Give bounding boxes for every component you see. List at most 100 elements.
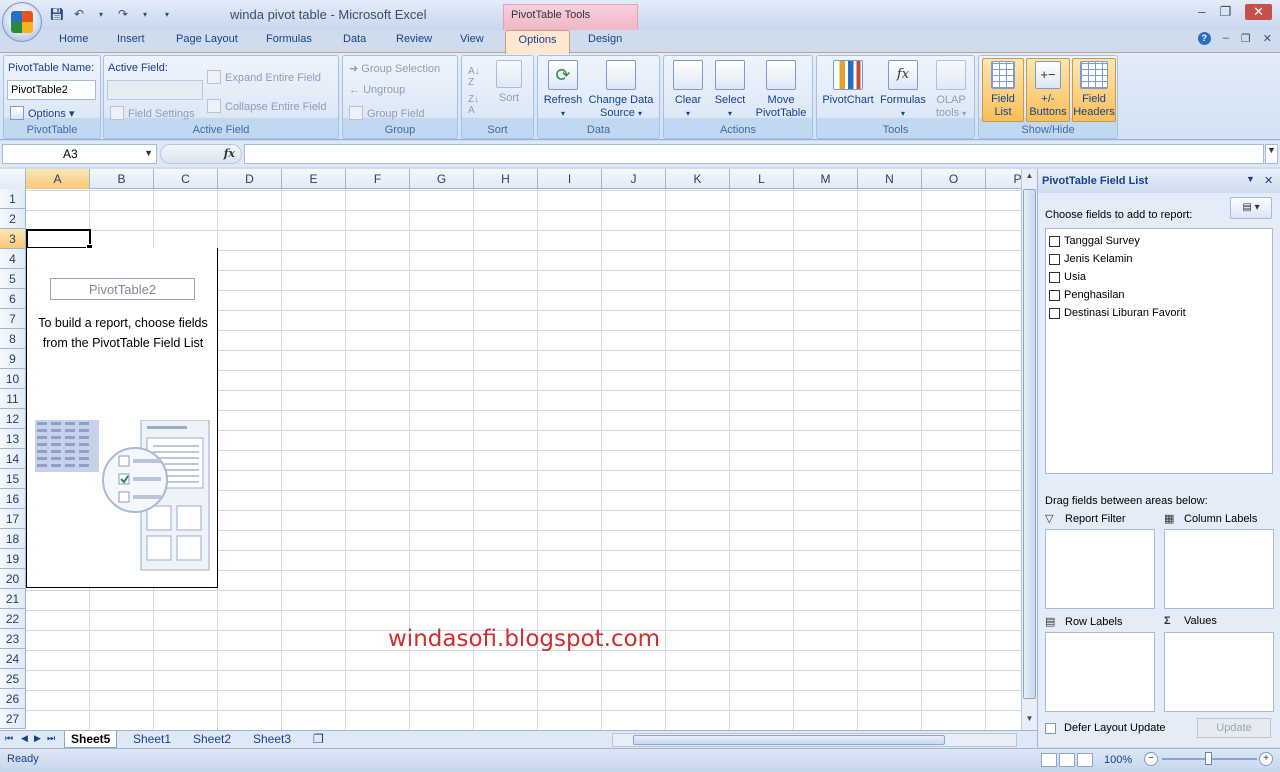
column-header[interactable]: G — [410, 169, 474, 189]
refresh-button[interactable]: ⟳ Refresh ▾ — [540, 60, 586, 120]
row-header[interactable]: 20 — [0, 569, 26, 589]
sheet-tab-sheet5[interactable]: Sheet5 — [64, 731, 118, 748]
formulas-button[interactable]: fx Formulas ▾ — [877, 60, 929, 120]
tab-formulas[interactable]: Formulas — [266, 33, 312, 45]
name-box-dropdown-icon[interactable]: ▼ — [144, 148, 153, 158]
row-header[interactable]: 14 — [0, 449, 26, 469]
tab-page-layout[interactable]: Page Layout — [176, 33, 238, 45]
ungroup-button[interactable]: ← Ungroup — [349, 84, 405, 96]
minimize-icon[interactable]: – — [1198, 4, 1205, 20]
row-header[interactable]: 21 — [0, 589, 26, 609]
clear-button[interactable]: Clear ▾ — [668, 60, 708, 120]
row-header[interactable]: 17 — [0, 509, 26, 529]
tab-view[interactable]: View — [460, 33, 484, 45]
name-box[interactable]: A3 ▼ — [2, 144, 157, 164]
redo-icon[interactable]: ↷ — [114, 5, 132, 23]
sort-az-icon[interactable]: A↓ Z — [468, 66, 480, 88]
undo-icon[interactable]: ↶ — [70, 5, 88, 23]
active-cell[interactable] — [26, 229, 93, 251]
row-header[interactable]: 16 — [0, 489, 26, 509]
horizontal-scroll-thumb[interactable] — [633, 735, 945, 745]
pivotchart-button[interactable]: PivotChart — [820, 60, 876, 107]
horizontal-scrollbar[interactable] — [612, 733, 1017, 747]
last-sheet-icon[interactable]: ⏭ — [47, 733, 55, 744]
column-header[interactable]: D — [218, 169, 282, 189]
row-header[interactable]: 4 — [0, 249, 26, 269]
row-header[interactable]: 23 — [0, 629, 26, 649]
sort-button[interactable]: Sort — [492, 60, 526, 105]
update-button[interactable]: Update — [1197, 718, 1271, 738]
field-checkbox[interactable] — [1049, 235, 1060, 247]
defer-checkbox[interactable] — [1045, 722, 1056, 734]
workbook-minimize-icon[interactable]: – — [1223, 32, 1229, 45]
row-header[interactable]: 1 — [0, 189, 26, 209]
row-header[interactable]: 7 — [0, 309, 26, 329]
select-button[interactable]: Select ▾ — [710, 60, 750, 120]
row-header[interactable]: 3 — [0, 229, 26, 249]
move-pivottable-button[interactable]: Move PivotTable — [752, 60, 810, 120]
office-button[interactable] — [2, 2, 42, 42]
close-icon[interactable]: ✕ — [1245, 4, 1272, 20]
workbook-close-icon[interactable]: ✕ — [1263, 32, 1272, 45]
expand-field-button[interactable]: Expand Entire Field — [207, 70, 321, 84]
vertical-scroll-thumb[interactable] — [1023, 189, 1036, 699]
field-item[interactable]: Destinasi Liburan Favorit — [1046, 304, 1272, 322]
restore-icon[interactable]: ❐ — [1219, 4, 1231, 20]
buttons-toggle[interactable]: +− +/- Buttons — [1026, 58, 1070, 122]
field-item[interactable]: Jenis Kelamin — [1046, 250, 1272, 268]
vertical-scrollbar[interactable]: ▲ ▼ — [1021, 169, 1037, 730]
olap-tools-button[interactable]: OLAP tools ▾ — [931, 60, 971, 120]
column-header[interactable]: H — [474, 169, 538, 189]
scroll-down-icon[interactable]: ▼ — [1022, 714, 1037, 728]
formula-input[interactable] — [244, 144, 1264, 164]
row-labels-drop-area[interactable] — [1045, 632, 1155, 712]
first-sheet-icon[interactable]: ⏮ — [5, 733, 13, 744]
column-header[interactable]: J — [602, 169, 666, 189]
column-header[interactable]: I — [538, 169, 602, 189]
row-header[interactable]: 12 — [0, 409, 26, 429]
tab-design[interactable]: Design — [588, 33, 622, 45]
workbook-restore-icon[interactable]: ❐ — [1241, 32, 1251, 45]
column-header[interactable]: B — [90, 169, 154, 189]
field-list-layout-button[interactable]: ▤ ▾ — [1230, 197, 1272, 219]
tab-options[interactable]: Options — [505, 30, 570, 54]
select-all-corner[interactable] — [0, 169, 26, 189]
sort-za-icon[interactable]: Z↓ A — [468, 94, 479, 116]
insert-sheet-icon[interactable]: ❐ — [307, 731, 330, 748]
zoom-out-icon[interactable]: − — [1144, 752, 1158, 766]
column-header[interactable]: L — [730, 169, 794, 189]
row-header[interactable]: 5 — [0, 269, 26, 289]
row-header[interactable]: 8 — [0, 329, 26, 349]
row-header[interactable]: 9 — [0, 349, 26, 369]
pane-options-dropdown-icon[interactable]: ▼ — [1246, 174, 1255, 184]
row-header[interactable]: 13 — [0, 429, 26, 449]
customize-qat-icon[interactable]: ▾ — [158, 5, 176, 23]
tab-home[interactable]: Home — [59, 33, 88, 45]
row-header[interactable]: 22 — [0, 609, 26, 629]
column-labels-drop-area[interactable] — [1164, 529, 1274, 609]
row-header[interactable]: 6 — [0, 289, 26, 309]
active-field-input[interactable] — [107, 80, 203, 100]
normal-view-icon[interactable] — [1041, 753, 1057, 767]
field-list-toggle[interactable]: Field List — [982, 58, 1024, 122]
zoom-slider-thumb[interactable] — [1205, 752, 1212, 765]
next-sheet-icon[interactable]: ▶ — [34, 733, 41, 744]
options-button[interactable]: Options ▾ — [10, 106, 75, 120]
field-item[interactable]: Usia — [1046, 268, 1272, 286]
field-settings-button[interactable]: Field Settings — [110, 106, 195, 120]
sheet-tab-sheet1[interactable]: Sheet1 — [127, 731, 177, 748]
row-header[interactable]: 15 — [0, 469, 26, 489]
sheet-tab-sheet2[interactable]: Sheet2 — [187, 731, 237, 748]
row-header[interactable]: 2 — [0, 209, 26, 229]
report-filter-drop-area[interactable] — [1045, 529, 1155, 609]
row-header[interactable]: 18 — [0, 529, 26, 549]
column-header[interactable]: K — [666, 169, 730, 189]
save-icon[interactable]: 💾︎ — [48, 5, 66, 23]
row-header[interactable]: 19 — [0, 549, 26, 569]
values-drop-area[interactable] — [1164, 632, 1274, 712]
field-headers-toggle[interactable]: Field Headers — [1072, 58, 1116, 122]
column-header[interactable]: C — [154, 169, 218, 189]
column-header[interactable]: E — [282, 169, 346, 189]
formula-expand-icon[interactable]: ▼ — [1265, 144, 1278, 164]
pivottable-placeholder[interactable]: PivotTable2 To build a report, choose fi… — [26, 248, 218, 588]
